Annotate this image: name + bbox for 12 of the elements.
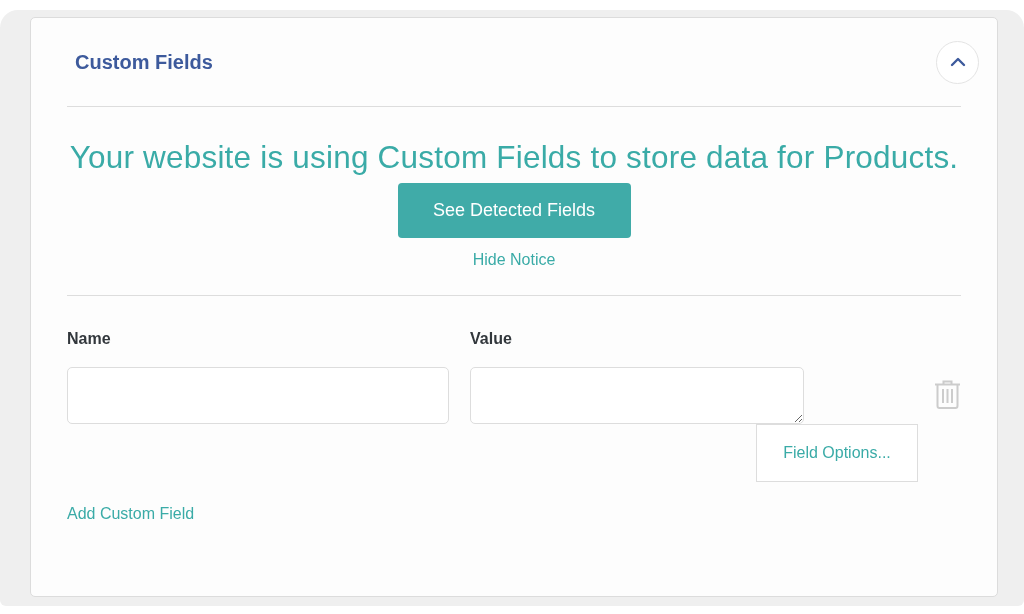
value-textarea[interactable]	[470, 367, 804, 424]
see-detected-fields-button[interactable]: See Detected Fields	[397, 183, 631, 238]
add-custom-field-link[interactable]: Add Custom Field	[67, 504, 195, 524]
hide-notice-link[interactable]: Hide Notice	[472, 250, 556, 270]
name-input[interactable]	[67, 367, 449, 424]
field-options-button[interactable]: Field Options...	[756, 424, 918, 482]
trash-icon[interactable]	[934, 380, 961, 409]
collapse-button[interactable]	[936, 40, 979, 84]
column-label: Value	[470, 329, 512, 349]
panel-title: Custom Fields	[75, 50, 213, 74]
column-label: Name	[67, 329, 111, 349]
notice-message: Your website is using Custom Fields to store data for Products.	[69, 138, 959, 176]
